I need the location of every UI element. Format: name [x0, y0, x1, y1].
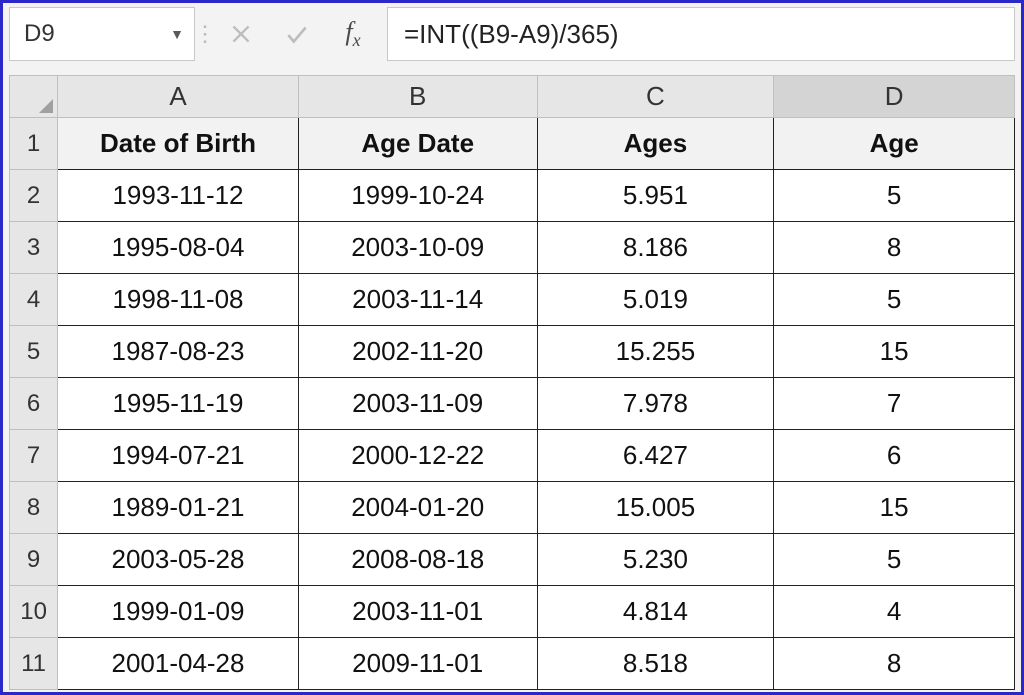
cell-D9[interactable]: 5: [774, 534, 1015, 586]
column-header-D[interactable]: D: [774, 76, 1015, 118]
table-row: 3 1995-08-04 2003-10-09 8.186 8: [10, 222, 1015, 274]
cell-C4[interactable]: 5.019: [537, 274, 774, 326]
name-box-value: D9: [24, 20, 55, 48]
table-row: 9 2003-05-28 2008-08-18 5.230 5: [10, 534, 1015, 586]
cell-B10[interactable]: 2003-11-01: [298, 586, 537, 638]
spreadsheet: A B C D 1 Date of Birth Age Date Ages Ag…: [9, 75, 1015, 690]
table-row: 8 1989-01-21 2004-01-20 15.005 15: [10, 482, 1015, 534]
table-row: 1 Date of Birth Age Date Ages Age: [10, 118, 1015, 170]
row-header[interactable]: 1: [10, 118, 58, 170]
cell-D2[interactable]: 5: [774, 170, 1015, 222]
cell-A2[interactable]: 1993-11-12: [58, 170, 299, 222]
column-header-C[interactable]: C: [537, 76, 774, 118]
cell-B6[interactable]: 2003-11-09: [298, 378, 537, 430]
formula-text: =INT((B9-A9)/365): [404, 19, 619, 50]
row-header[interactable]: 10: [10, 586, 58, 638]
cell-B11[interactable]: 2009-11-01: [298, 638, 537, 690]
cell-A8[interactable]: 1989-01-21: [58, 482, 299, 534]
row-header[interactable]: 11: [10, 638, 58, 690]
row-header[interactable]: 5: [10, 326, 58, 378]
cell-D10[interactable]: 4: [774, 586, 1015, 638]
cell-D4[interactable]: 5: [774, 274, 1015, 326]
row-header[interactable]: 2: [10, 170, 58, 222]
cell-C9[interactable]: 5.230: [537, 534, 774, 586]
fx-icon[interactable]: fx: [325, 7, 381, 61]
cell-C2[interactable]: 5.951: [537, 170, 774, 222]
table-row: 6 1995-11-19 2003-11-09 7.978 7: [10, 378, 1015, 430]
cell-C8[interactable]: 15.005: [537, 482, 774, 534]
cell-A11[interactable]: 2001-04-28: [58, 638, 299, 690]
formula-bar: D9 ▼ ⋮ fx =INT((B9-A9)/365): [9, 7, 1015, 61]
cancel-icon[interactable]: [213, 7, 269, 61]
cell-D1[interactable]: Age: [774, 118, 1015, 170]
cell-B4[interactable]: 2003-11-14: [298, 274, 537, 326]
cell-C6[interactable]: 7.978: [537, 378, 774, 430]
table-row: 7 1994-07-21 2000-12-22 6.427 6: [10, 430, 1015, 482]
cell-D6[interactable]: 7: [774, 378, 1015, 430]
name-box[interactable]: D9 ▼: [9, 7, 195, 61]
cell-C1[interactable]: Ages: [537, 118, 774, 170]
select-all-corner[interactable]: [10, 76, 58, 118]
cell-D8[interactable]: 15: [774, 482, 1015, 534]
enter-icon[interactable]: [269, 7, 325, 61]
separator-dots: ⋮: [195, 7, 213, 61]
cell-B5[interactable]: 2002-11-20: [298, 326, 537, 378]
row-header[interactable]: 3: [10, 222, 58, 274]
cell-A3[interactable]: 1995-08-04: [58, 222, 299, 274]
cell-B9[interactable]: 2008-08-18: [298, 534, 537, 586]
cell-D11[interactable]: 8: [774, 638, 1015, 690]
table-row: 4 1998-11-08 2003-11-14 5.019 5: [10, 274, 1015, 326]
cell-C10[interactable]: 4.814: [537, 586, 774, 638]
row-header[interactable]: 9: [10, 534, 58, 586]
cell-A6[interactable]: 1995-11-19: [58, 378, 299, 430]
cell-B7[interactable]: 2000-12-22: [298, 430, 537, 482]
cell-D7[interactable]: 6: [774, 430, 1015, 482]
table-row: 10 1999-01-09 2003-11-01 4.814 4: [10, 586, 1015, 638]
cell-B1[interactable]: Age Date: [298, 118, 537, 170]
cell-A1[interactable]: Date of Birth: [58, 118, 299, 170]
cell-A9[interactable]: 2003-05-28: [58, 534, 299, 586]
column-header-A[interactable]: A: [58, 76, 299, 118]
grid[interactable]: A B C D 1 Date of Birth Age Date Ages Ag…: [9, 75, 1015, 690]
cell-B8[interactable]: 2004-01-20: [298, 482, 537, 534]
cell-C7[interactable]: 6.427: [537, 430, 774, 482]
table-row: 11 2001-04-28 2009-11-01 8.518 8: [10, 638, 1015, 690]
cell-D3[interactable]: 8: [774, 222, 1015, 274]
cell-C3[interactable]: 8.186: [537, 222, 774, 274]
chevron-down-icon[interactable]: ▼: [170, 26, 184, 42]
row-header[interactable]: 4: [10, 274, 58, 326]
column-header-B[interactable]: B: [298, 76, 537, 118]
table-row: 5 1987-08-23 2002-11-20 15.255 15: [10, 326, 1015, 378]
cell-D5[interactable]: 15: [774, 326, 1015, 378]
formula-input[interactable]: =INT((B9-A9)/365): [387, 7, 1015, 61]
cell-A5[interactable]: 1987-08-23: [58, 326, 299, 378]
table-row: 2 1993-11-12 1999-10-24 5.951 5: [10, 170, 1015, 222]
row-header[interactable]: 8: [10, 482, 58, 534]
formula-bar-buttons: fx: [213, 7, 381, 61]
cell-C5[interactable]: 15.255: [537, 326, 774, 378]
cell-A7[interactable]: 1994-07-21: [58, 430, 299, 482]
cell-A4[interactable]: 1998-11-08: [58, 274, 299, 326]
cell-A10[interactable]: 1999-01-09: [58, 586, 299, 638]
row-header[interactable]: 7: [10, 430, 58, 482]
cell-B2[interactable]: 1999-10-24: [298, 170, 537, 222]
cell-B3[interactable]: 2003-10-09: [298, 222, 537, 274]
row-header[interactable]: 6: [10, 378, 58, 430]
cell-C11[interactable]: 8.518: [537, 638, 774, 690]
